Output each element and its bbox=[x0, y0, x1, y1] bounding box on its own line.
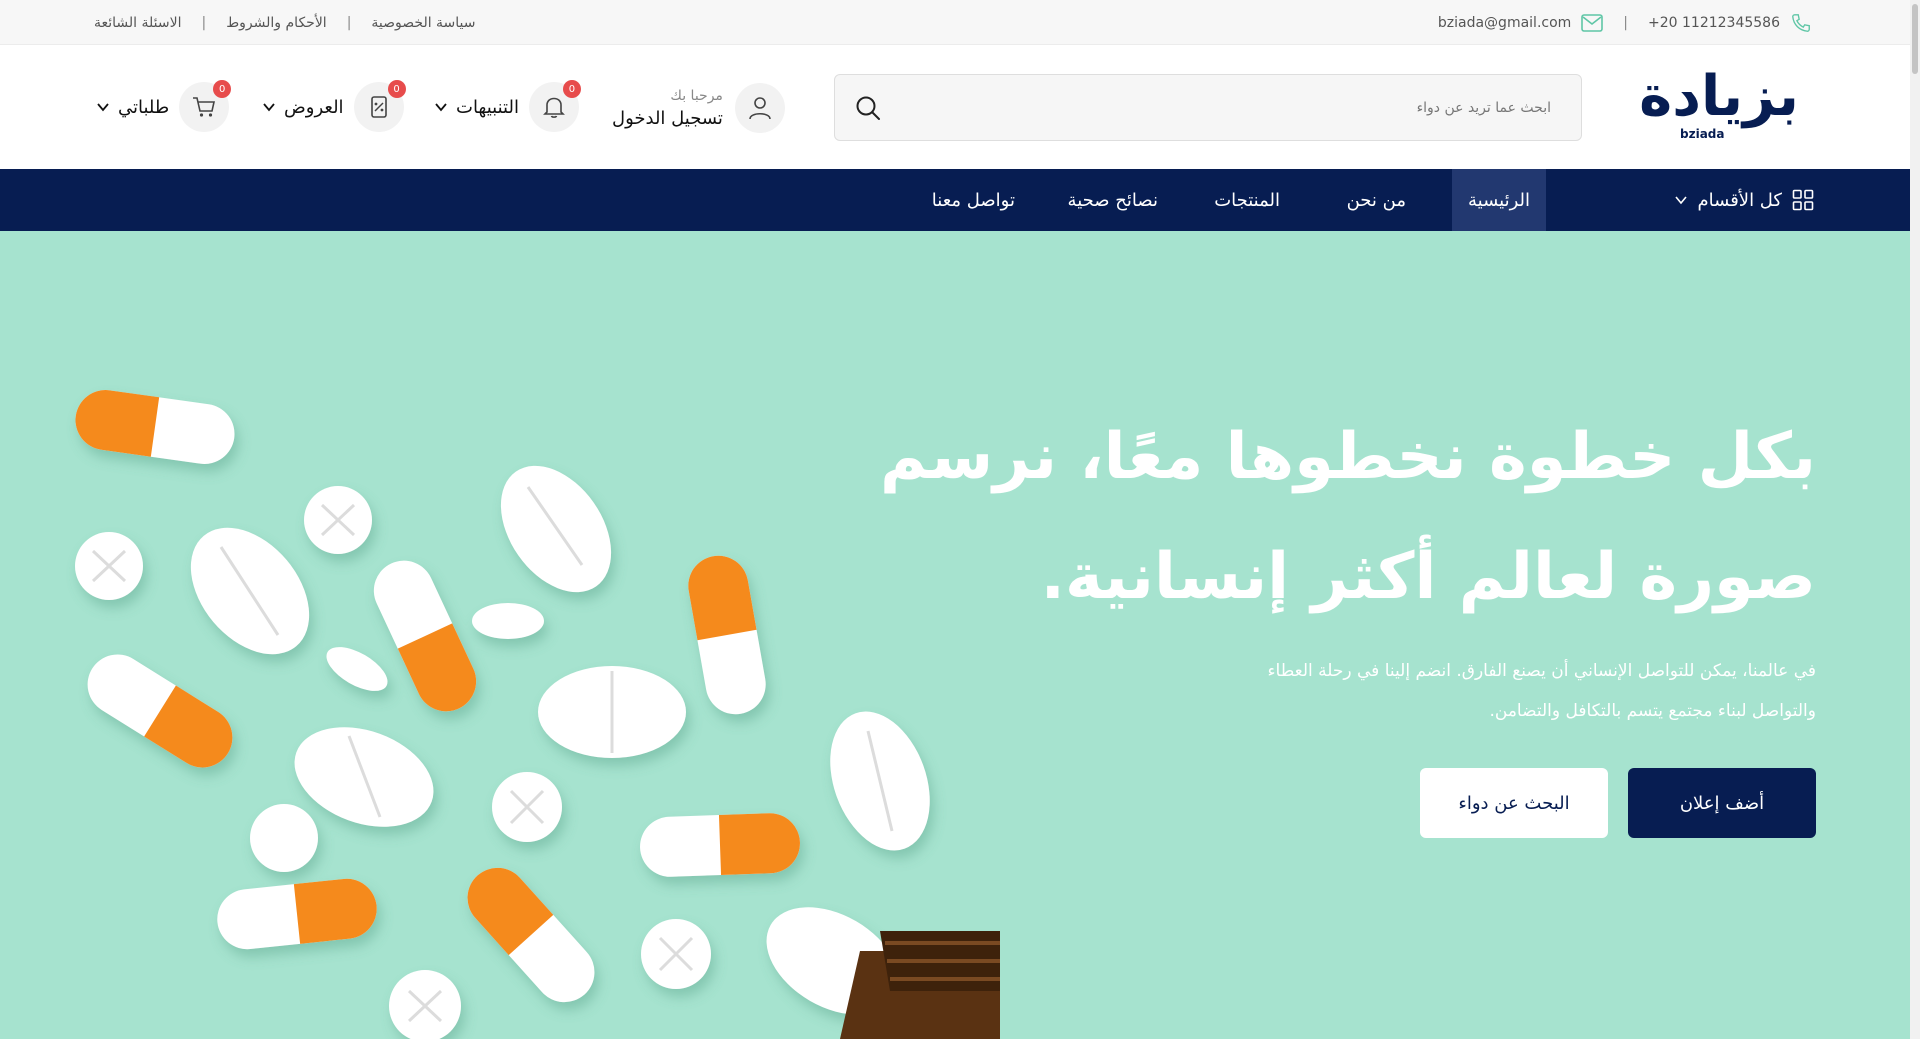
search-input[interactable] bbox=[933, 75, 1553, 140]
email-text[interactable]: bziada@gmail.com bbox=[1438, 15, 1571, 31]
hero-title-line2: صورة لعالم أكثر إنسانية. bbox=[1040, 540, 1816, 614]
cart-badge: 0 bbox=[213, 80, 232, 98]
orders-label: طلباتي bbox=[118, 96, 170, 118]
user-login[interactable]: مرحبا بك تسجيل الدخول bbox=[612, 80, 785, 136]
logo-text: بزيادة bbox=[1639, 64, 1799, 129]
logo-subtext: bziada bbox=[1680, 127, 1725, 141]
offers-menu[interactable]: العروض 0 bbox=[262, 79, 406, 135]
nav-home[interactable]: الرئيسية bbox=[1452, 169, 1546, 231]
all-categories-label: كل الأقسام bbox=[1697, 189, 1782, 211]
chevron-down-icon bbox=[435, 103, 447, 112]
cart-button[interactable]: 0 bbox=[179, 80, 232, 132]
separator: | bbox=[201, 14, 207, 31]
user-texts: مرحبا بك تسجيل الدخول bbox=[612, 88, 723, 129]
hero-desc-line1: في عالمنا، يمكن للتواصل الإنساني أن يصنع… bbox=[1267, 661, 1816, 681]
offers-button[interactable]: 0 bbox=[353, 80, 406, 132]
separator: | bbox=[346, 14, 352, 31]
greeting-text: مرحبا بك bbox=[670, 87, 723, 104]
hero-desc-line2: والتواصل لبناء مجتمع يتسم بالتكافل والتض… bbox=[1489, 701, 1816, 721]
orders-menu[interactable]: طلباتي 0 bbox=[96, 79, 232, 135]
chevron-down-icon bbox=[263, 103, 275, 112]
privacy-link[interactable]: سياسة الخصوصية bbox=[371, 15, 475, 31]
offers-badge: 0 bbox=[387, 80, 406, 98]
main-nav: كل الأقسام الرئيسية من نحن المنتجات نصائ… bbox=[0, 169, 1910, 231]
separator: | bbox=[1623, 14, 1629, 31]
nav-products[interactable]: المنتجات bbox=[1214, 169, 1280, 231]
hero-description: في عالمنا، يمكن للتواصل الإنساني أن يصنع… bbox=[1056, 651, 1816, 731]
terms-link[interactable]: الأحكام والشروط bbox=[226, 15, 326, 31]
notifications-button[interactable]: 0 bbox=[528, 80, 581, 132]
user-icon bbox=[749, 97, 771, 120]
hero-banner: بكل خطوة نخطوها معًا، نرسم صورة لعالم أك… bbox=[0, 231, 1910, 1039]
hero-title: بكل خطوة نخطوها معًا، نرسم صورة لعالم أك… bbox=[836, 397, 1816, 637]
top-bar: الاسئلة الشائعة | الأحكام والشروط | سياس… bbox=[0, 0, 1910, 45]
nav-contact[interactable]: تواصل معنا bbox=[932, 169, 1015, 231]
brand-logo[interactable]: بزيادة bziada bbox=[1634, 65, 1804, 149]
scrollbar-thumb[interactable] bbox=[1912, 4, 1918, 74]
search-bar bbox=[834, 74, 1582, 141]
notifications-badge: 0 bbox=[562, 80, 581, 98]
chevron-down-icon bbox=[1674, 196, 1687, 205]
page-scrollbar[interactable] bbox=[1910, 0, 1920, 1039]
mail-icon bbox=[1581, 13, 1604, 32]
grid-icon bbox=[1792, 189, 1814, 211]
header: بزيادة bziada مرحبا بك تسجيل الدخول التن… bbox=[0, 45, 1910, 169]
search-medicine-button[interactable]: البحث عن دواء bbox=[1420, 768, 1608, 838]
login-link[interactable]: تسجيل الدخول bbox=[612, 108, 723, 129]
search-icon[interactable] bbox=[855, 95, 881, 121]
phone-icon bbox=[1790, 12, 1812, 34]
top-links: الاسئلة الشائعة | الأحكام والشروط | سياس… bbox=[94, 0, 476, 45]
add-ad-button[interactable]: أضف إعلان bbox=[1628, 768, 1816, 838]
offers-label: العروض bbox=[284, 96, 344, 118]
notifications-label: التنبيهات bbox=[456, 96, 519, 118]
hero-title-line1: بكل خطوة نخطوها معًا، نرسم bbox=[880, 420, 1816, 494]
discount-tag-icon bbox=[370, 96, 387, 118]
all-categories-menu[interactable]: كل الأقسام bbox=[1666, 169, 1814, 231]
cart-icon bbox=[193, 97, 216, 117]
notifications-menu[interactable]: التنبيهات 0 bbox=[434, 79, 581, 135]
contact-info: bziada@gmail.com | +20 11212345586 bbox=[1438, 0, 1812, 45]
nav-health-tips[interactable]: نصائح صحية bbox=[1068, 169, 1158, 231]
phone-text[interactable]: +20 11212345586 bbox=[1648, 15, 1780, 31]
nav-about[interactable]: من نحن bbox=[1347, 169, 1406, 231]
bell-icon bbox=[543, 97, 565, 118]
user-avatar[interactable] bbox=[734, 83, 785, 133]
faq-link[interactable]: الاسئلة الشائعة bbox=[94, 15, 182, 31]
chevron-down-icon bbox=[97, 103, 109, 112]
